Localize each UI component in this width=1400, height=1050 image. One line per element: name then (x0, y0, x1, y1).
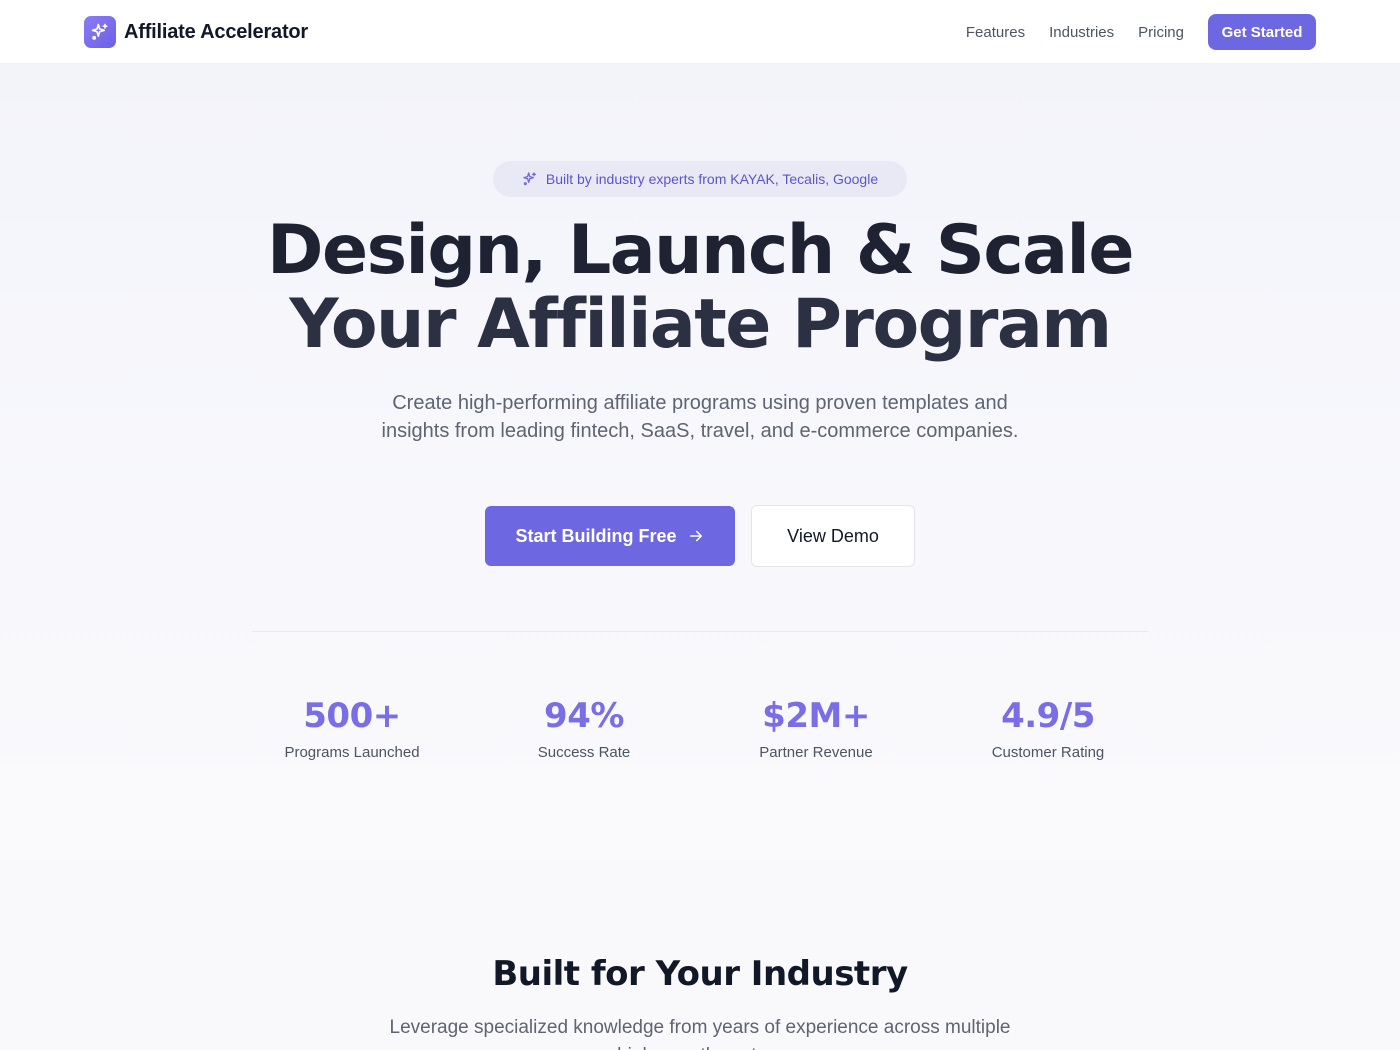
hero-subtitle: Create high-performing affiliate program… (381, 392, 1019, 442)
industry-section: Built for Your Industry Leverage special… (0, 860, 1400, 1050)
stat-programs: 500+ Programs Launched (236, 694, 468, 761)
stat-customer-rating: 4.9/5 Customer Rating (932, 694, 1164, 761)
stat-value: 94% (544, 696, 624, 736)
stat-value: 500+ (303, 696, 401, 736)
sparkles-icon (522, 171, 538, 187)
stat-partner-revenue: $2M+ Partner Revenue (700, 694, 932, 761)
arrow-right-icon (687, 527, 705, 545)
experts-badge: Built by industry experts from KAYAK, Te… (493, 161, 907, 197)
nav-link-features[interactable]: Features (966, 24, 1025, 41)
badge-text: Built by industry experts from KAYAK, Te… (545, 171, 879, 187)
nav-link-industries[interactable]: Industries (1049, 24, 1114, 41)
industry-subtitle: Leverage specialized knowledge from year… (389, 1017, 1011, 1050)
stat-success-rate: 94% Success Rate (468, 694, 700, 761)
stat-value: $2M+ (762, 696, 870, 736)
stat-label: Customer Rating (991, 744, 1105, 761)
start-building-label: Start Building Free (515, 525, 677, 546)
nav-links: Features Industries Pricing Get Started (966, 14, 1316, 50)
brand-name: Affiliate Accelerator (124, 20, 309, 43)
get-started-button[interactable]: Get Started (1208, 14, 1316, 50)
headline-line-1: Design, Launch & Scale (267, 211, 1134, 290)
nav-link-pricing[interactable]: Pricing (1138, 24, 1184, 41)
stat-label: Success Rate (537, 744, 631, 761)
hero-headline: Design, Launch & Scale Your Affiliate Pr… (0, 214, 1400, 362)
top-navbar: Affiliate Accelerator Features Industrie… (0, 0, 1400, 64)
stat-label: Partner Revenue (759, 744, 873, 761)
stat-label: Programs Launched (284, 744, 420, 761)
sparkles-icon (84, 16, 116, 48)
hero-section: Built by industry experts from KAYAK, Te… (0, 64, 1400, 860)
industry-title: Built for Your Industry (492, 954, 908, 994)
start-building-button[interactable]: Start Building Free (485, 506, 735, 566)
stats-divider (252, 631, 1148, 632)
view-demo-button[interactable]: View Demo (751, 505, 915, 567)
brand[interactable]: Affiliate Accelerator (84, 16, 308, 48)
headline-line-2: Your Affiliate Program (289, 285, 1112, 364)
stat-value: 4.9/5 (1001, 696, 1095, 736)
